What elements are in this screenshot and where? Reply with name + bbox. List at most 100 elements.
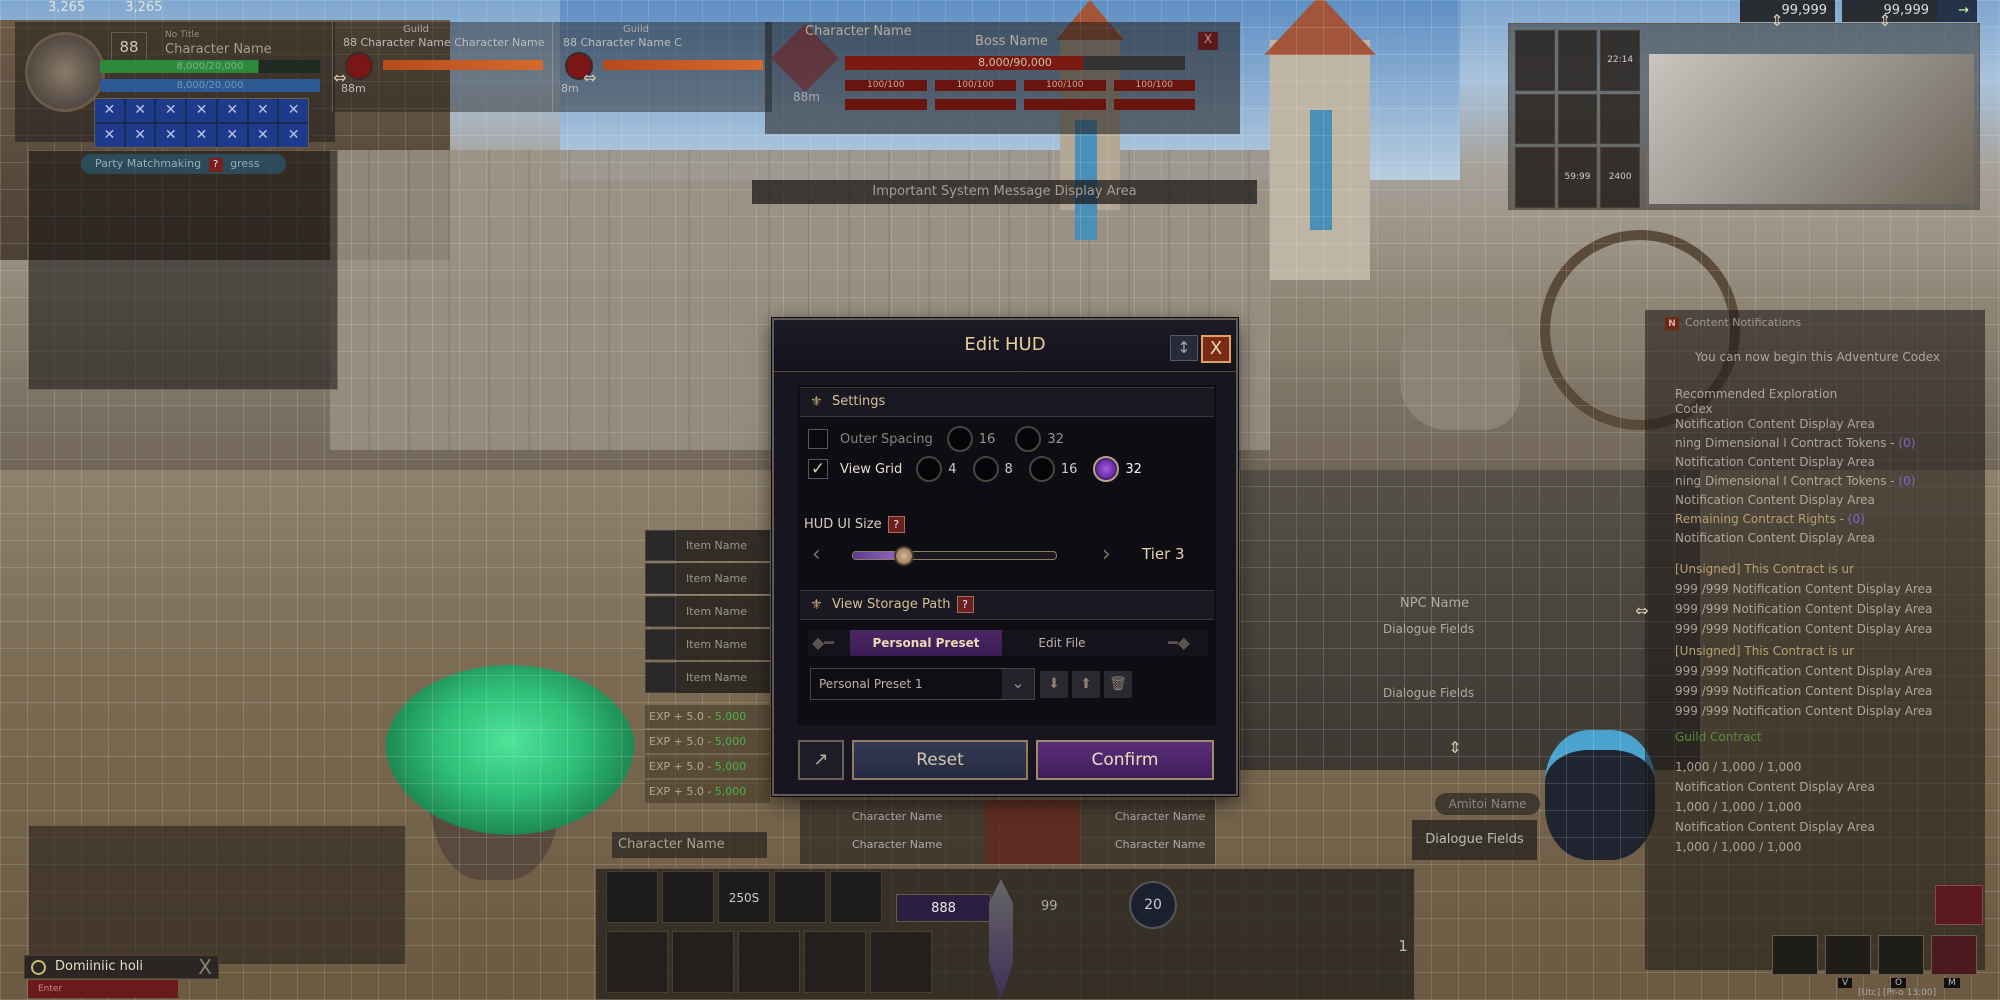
tab-personal-preset[interactable]: Personal Preset <box>850 630 1002 656</box>
move-handle-icon[interactable]: ⇕ <box>1765 10 1789 32</box>
quick-icon[interactable] <box>1515 93 1555 145</box>
quick-icon[interactable] <box>1515 147 1555 208</box>
view-grid-radio-4[interactable] <box>916 456 943 482</box>
help-icon[interactable]: ? <box>887 516 905 533</box>
quick-icon[interactable]: 22:14 <box>1600 30 1640 91</box>
resize-handle-icon[interactable]: ↕ <box>1170 335 1198 361</box>
move-handle-icon[interactable]: ⇕ <box>1873 10 1897 32</box>
buff-icon: ✕ <box>95 124 124 147</box>
slider-track[interactable] <box>852 546 1057 566</box>
move-handle-icon[interactable]: ⇔ <box>328 67 352 89</box>
skill-slot[interactable] <box>738 931 800 993</box>
radio-label: 4 <box>948 461 957 477</box>
slider-thumb[interactable] <box>893 546 914 566</box>
storage-path-header[interactable]: ⚜ View Storage Path? <box>800 590 1214 620</box>
quick-icon[interactable]: 2400 <box>1600 147 1640 208</box>
boss-part-hp <box>845 99 927 110</box>
camera-button[interactable]: V <box>1825 935 1871 988</box>
edit-hud-dialog: Edit HUD ↕ X ⚜ Settings Outer Spacing 16… <box>772 318 1238 796</box>
radio-label: 8 <box>1004 461 1013 477</box>
view-grid-label: View Grid <box>840 461 903 477</box>
reset-button[interactable]: Reset <box>852 740 1028 780</box>
emote-button[interactable] <box>1772 935 1818 975</box>
quick-icon[interactable] <box>1515 30 1555 91</box>
quick-icon[interactable] <box>1557 30 1598 91</box>
outer-spacing-radio-16[interactable] <box>946 426 973 452</box>
preset-dropdown[interactable]: Personal Preset 1 ⌄ <box>810 668 1035 700</box>
boss-close-icon[interactable]: X <box>1198 32 1218 50</box>
minimap[interactable] <box>1649 54 1974 204</box>
menu-button[interactable]: M <box>1931 935 1977 988</box>
close-icon[interactable]: X <box>198 956 212 978</box>
notification-line: 999 /999 Notification Content Display Ar… <box>1675 704 1933 718</box>
outer-spacing-radio-32[interactable] <box>1015 426 1042 452</box>
tab-edit-file[interactable]: Edit File <box>1002 630 1122 656</box>
buff-icon: ✕ <box>125 124 155 147</box>
player-level: 88 <box>111 32 147 62</box>
chat-input[interactable]: Enter <box>28 980 178 998</box>
buff-icon: ✕ <box>156 99 186 122</box>
notification-line: 999 /999 Notification Content Display Ar… <box>1675 664 1933 678</box>
dialog-titlebar[interactable]: Edit HUD ↕ X <box>774 320 1236 372</box>
outer-spacing-checkbox[interactable] <box>808 429 828 449</box>
party-matchmaking-button[interactable]: Party Matchmaking ? gress <box>81 154 286 174</box>
target-frame[interactable]: Guild 88 Character Name Character Name 8… <box>332 22 552 112</box>
boss-parts: 100/100 100/100 100/100 100/100 <box>845 80 1195 110</box>
skill-slot[interactable] <box>662 871 714 923</box>
chevron-down-icon[interactable]: ⌄ <box>1002 669 1034 699</box>
clock: [Utc] [Pr-o 13:00] <box>1858 988 1937 998</box>
dialog-footer: ↗ Reset Confirm <box>798 738 1218 782</box>
decrease-arrow-icon[interactable]: ‹ <box>812 542 821 567</box>
notification-line: 999 /999 Notification Content Display Ar… <box>1675 602 1933 616</box>
hotbar-page[interactable]: 1 <box>1391 937 1415 971</box>
counter-value: 3,265 <box>48 0 86 15</box>
event-button[interactable] <box>1935 885 1983 925</box>
dialog-title: Edit HUD <box>964 334 1046 355</box>
skill-slot[interactable] <box>804 931 866 993</box>
view-grid-radio-16[interactable] <box>1028 456 1055 482</box>
view-grid-checkbox[interactable]: ✓ <box>808 459 828 479</box>
close-button[interactable]: X <box>1201 335 1231 363</box>
quick-icon[interactable]: 59:99 <box>1557 147 1598 208</box>
skill-slot-cooldown[interactable]: 250S <box>718 871 770 923</box>
chat-channel-name: Domiiniic holi <box>55 959 144 974</box>
skill-slot[interactable] <box>672 931 734 993</box>
notification-line: ning Dimensional I Contract Tokens - (0) <box>1675 436 1916 450</box>
ornament-icon: ━◆ <box>1168 633 1190 652</box>
confirm-button[interactable]: Confirm <box>1036 740 1214 780</box>
chat-channel-tab[interactable]: Domiiniic holi X <box>24 955 219 979</box>
minimap-panel[interactable]: 22:14 59:99 2400 <box>1508 23 1980 210</box>
item-icon <box>645 563 676 594</box>
skill-slot[interactable] <box>870 931 932 993</box>
skill-hotbar[interactable]: 250S 888 99 20 1 <box>595 868 1415 1000</box>
help-icon[interactable]: ? <box>956 596 974 613</box>
expand-arrow-icon[interactable]: → <box>1937 0 1977 22</box>
quick-icon[interactable] <box>1600 93 1640 145</box>
skill-slot[interactable] <box>774 871 826 923</box>
storage-path-label: View Storage Path <box>832 597 951 612</box>
export-icon[interactable]: ↗ <box>798 740 844 780</box>
vehicle-button[interactable]: O <box>1878 935 1924 988</box>
upload-button[interactable]: ⬆ <box>1072 671 1100 698</box>
download-button[interactable]: ⬇ <box>1040 671 1068 698</box>
skill-slot[interactable] <box>830 871 882 923</box>
item-name: Item Name <box>686 539 747 552</box>
help-icon[interactable]: ? <box>208 158 223 172</box>
view-grid-radio-32[interactable] <box>1093 456 1120 482</box>
increase-arrow-icon[interactable]: › <box>1102 542 1111 567</box>
notifications-header[interactable]: N Content Notifications <box>1665 316 1801 331</box>
notification-line: You can now begin this Adventure Codex <box>1695 350 1941 364</box>
quick-icon[interactable] <box>1557 93 1598 145</box>
view-grid-radio-8[interactable] <box>972 456 999 482</box>
skill-slot[interactable] <box>606 931 668 993</box>
dialog-body: ⚜ Settings Outer Spacing 16 32 ✓ View Gr… <box>798 385 1216 725</box>
notification-line: Remaining Contract Rights - (0) <box>1675 512 1865 526</box>
boss-frame[interactable]: Character Name Boss Name X 8,000/90,000 … <box>765 22 1240 134</box>
move-handle-icon[interactable]: ⇕ <box>1443 737 1467 759</box>
delete-button[interactable]: 🗑 <box>1104 671 1132 698</box>
move-handle-icon[interactable]: ⇔ <box>1630 600 1654 622</box>
move-handle-icon[interactable]: ⇔ <box>578 67 602 89</box>
potion-count[interactable]: 20 <box>1129 881 1177 929</box>
skill-slot[interactable] <box>606 871 658 923</box>
chat-window[interactable] <box>28 825 406 965</box>
